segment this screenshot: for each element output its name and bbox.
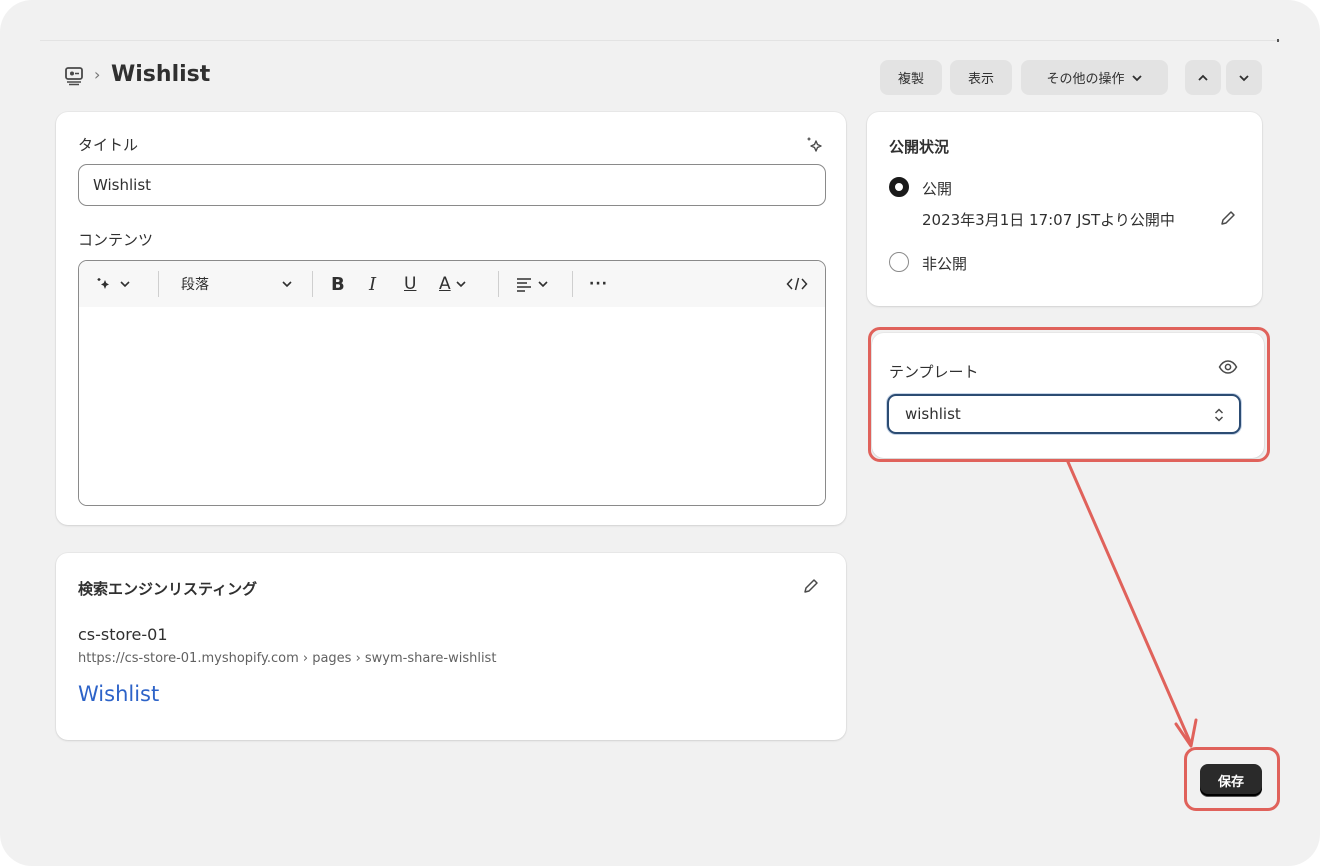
app-frame: › Wishlist 複製 表示 その他の操作 タイトル Wishlist コン…	[0, 0, 1320, 866]
save-button[interactable]: 保存	[1200, 764, 1262, 796]
annotation-arrow	[1066, 460, 1198, 748]
